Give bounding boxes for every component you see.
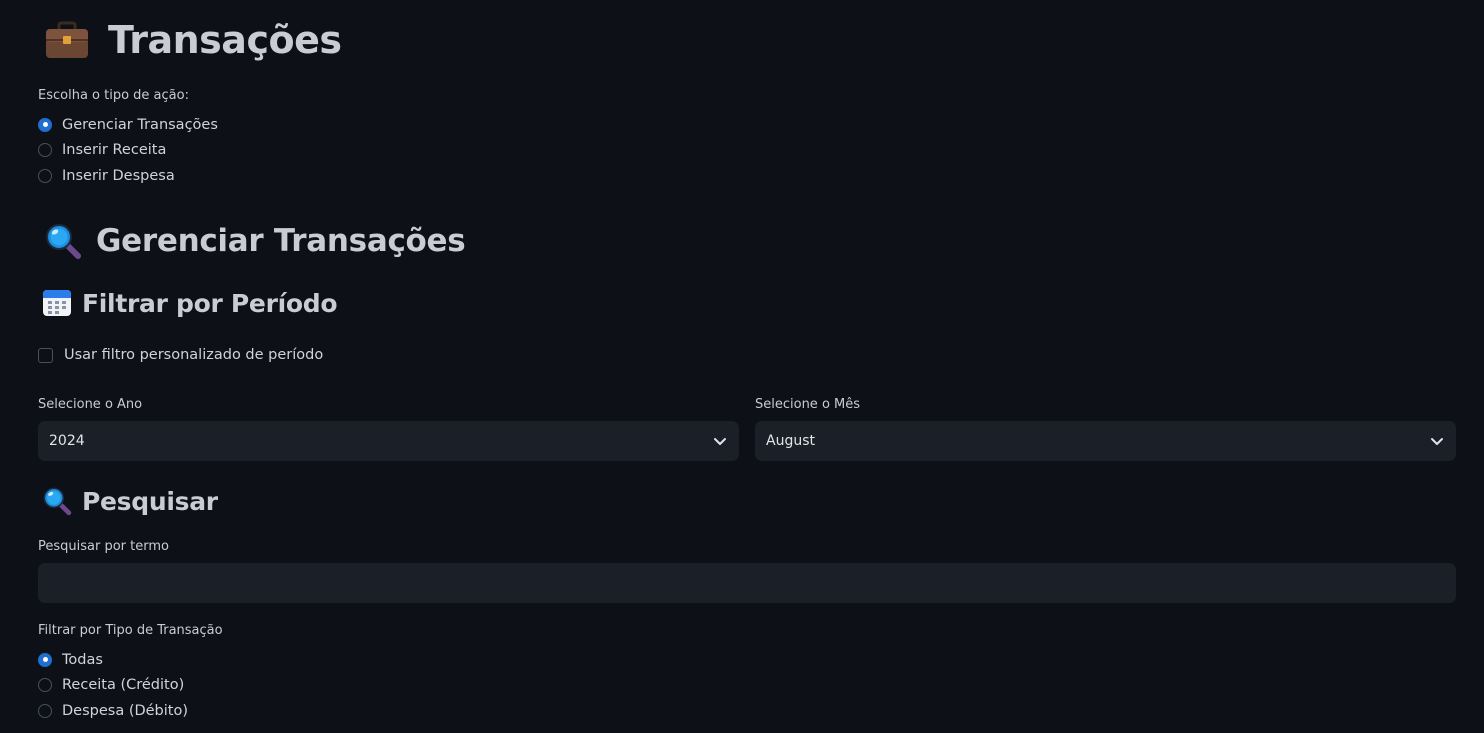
- radio-indicator: [38, 703, 52, 718]
- magnifier-icon: [42, 486, 72, 516]
- radio-option-expense-debit[interactable]: Despesa (Débito): [38, 698, 188, 724]
- calendar-icon: [42, 288, 72, 318]
- transaction-type-radio-group: Todas Receita (Crédito) Despesa (Débito): [38, 647, 188, 724]
- page-title: Transações: [108, 18, 342, 62]
- search-heading: Pesquisar: [42, 486, 218, 516]
- section-title: Filtrar por Período: [82, 288, 338, 318]
- radio-indicator: [38, 143, 52, 158]
- action-type-radio-group: Gerenciar Transações Inserir Receita Ins…: [38, 112, 218, 189]
- radio-option-label: Inserir Despesa: [62, 167, 175, 184]
- custom-period-checkbox[interactable]: Usar filtro personalizado de período: [38, 347, 323, 363]
- section-title: Gerenciar Transações: [96, 223, 466, 259]
- briefcase-icon: [44, 20, 90, 60]
- radio-option-insert-income[interactable]: Inserir Receita: [38, 138, 218, 164]
- manage-transactions-heading: Gerenciar Transações: [44, 222, 466, 260]
- year-select[interactable]: 2024: [38, 421, 739, 461]
- radio-option-all[interactable]: Todas: [38, 647, 188, 673]
- chevron-down-icon: [713, 434, 727, 448]
- section-title: Pesquisar: [82, 486, 218, 516]
- month-select-label: Selecione o Mês: [755, 397, 861, 412]
- radio-option-label: Todas: [62, 651, 103, 668]
- radio-option-insert-expense[interactable]: Inserir Despesa: [38, 163, 218, 189]
- transactions-page: Transações Escolha o tipo de ação: Geren…: [0, 0, 1484, 733]
- checkbox-box[interactable]: [38, 347, 53, 363]
- radio-option-label: Despesa (Débito): [62, 702, 189, 719]
- radio-option-label: Gerenciar Transações: [62, 116, 218, 133]
- radio-option-manage[interactable]: Gerenciar Transações: [38, 112, 218, 138]
- magnifier-icon: [44, 222, 82, 260]
- checkbox-label: Usar filtro personalizado de período: [64, 347, 324, 363]
- month-select-value: August: [766, 433, 815, 449]
- search-term-label: Pesquisar por termo: [38, 539, 169, 554]
- year-select-label: Selecione o Ano: [38, 397, 143, 412]
- radio-option-label: Receita (Crédito): [62, 677, 185, 694]
- action-type-label: Escolha o tipo de ação:: [38, 88, 189, 103]
- transaction-type-label: Filtrar por Tipo de Transação: [38, 623, 223, 638]
- chevron-down-icon: [1430, 434, 1444, 448]
- radio-indicator: [38, 678, 52, 693]
- search-term-input[interactable]: [38, 563, 1456, 603]
- radio-indicator: [38, 168, 52, 183]
- period-filter-heading: Filtrar por Período: [42, 288, 338, 318]
- radio-option-income-credit[interactable]: Receita (Crédito): [38, 673, 188, 699]
- year-select-value: 2024: [49, 433, 85, 449]
- month-select[interactable]: August: [755, 421, 1456, 461]
- page-header: Transações: [44, 18, 342, 62]
- radio-selected-indicator: [38, 117, 52, 132]
- radio-selected-indicator: [38, 652, 52, 667]
- radio-option-label: Inserir Receita: [62, 142, 167, 159]
